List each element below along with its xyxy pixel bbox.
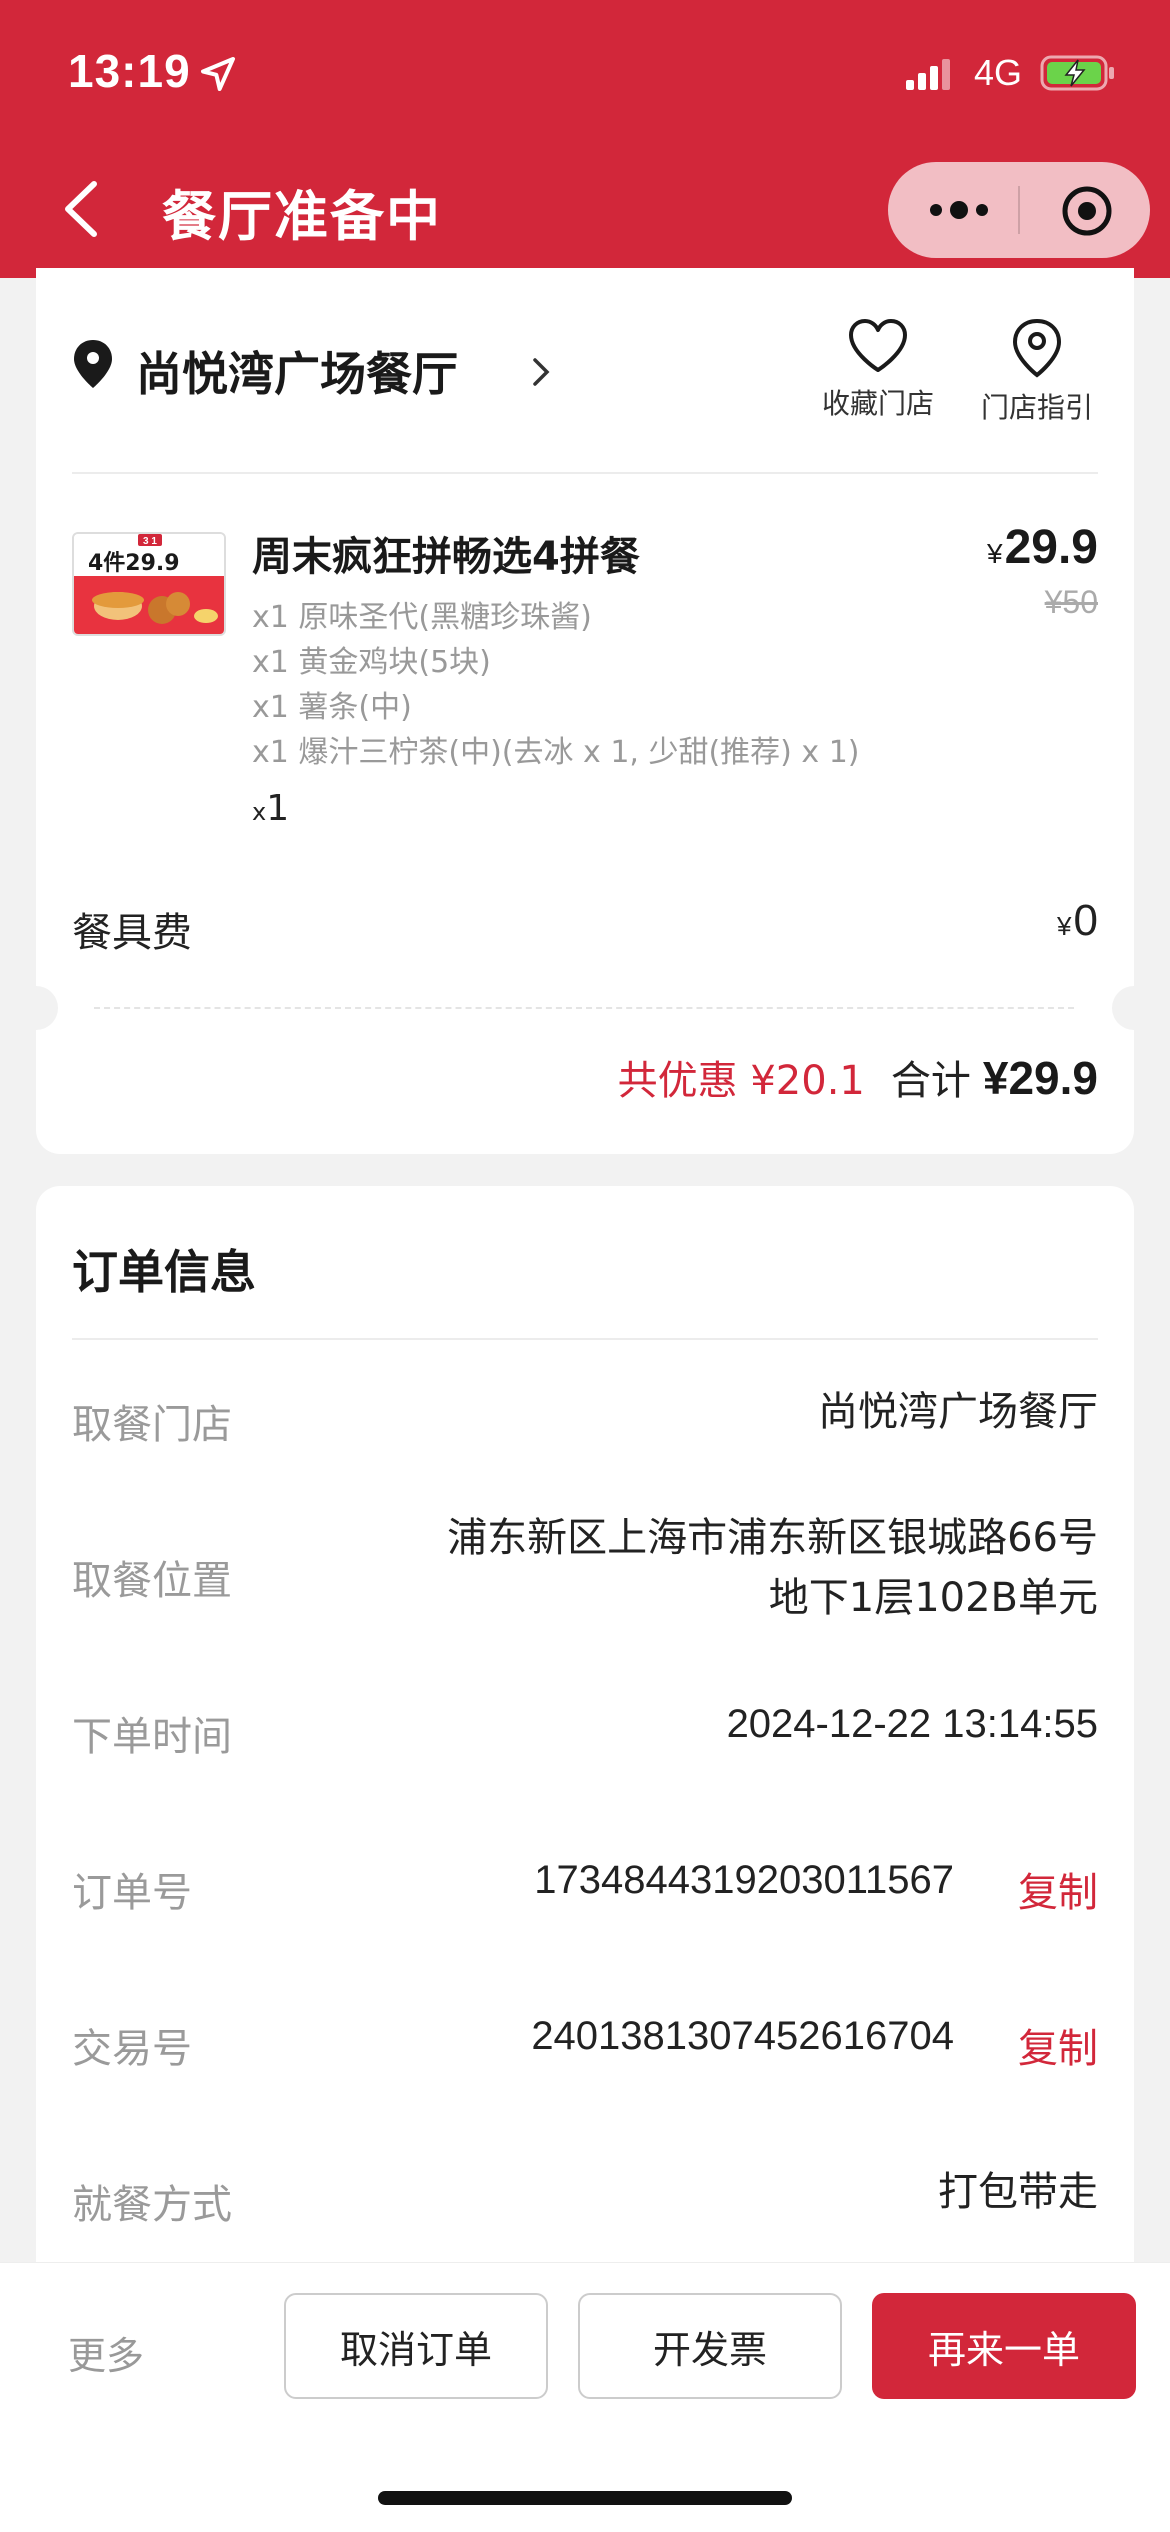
home-indicator bbox=[378, 2491, 792, 2505]
total-value: ¥29.9 bbox=[982, 1052, 1098, 1104]
order-time-label: 下单时间 bbox=[72, 1714, 232, 1760]
item-quantity: x1 bbox=[252, 788, 289, 829]
store-guide-button[interactable]: 门店指引 bbox=[972, 318, 1102, 426]
dining-method-value: 打包带走 bbox=[938, 2169, 1098, 2215]
order-number-value: 1734844319203011567 bbox=[534, 1858, 954, 1902]
page-title: 餐厅准备中 bbox=[162, 185, 442, 248]
copy-order-number-button[interactable]: 复制 bbox=[1018, 1860, 1098, 1918]
fee-amount: 0 bbox=[1073, 896, 1098, 945]
miniprogram-capsule bbox=[888, 162, 1150, 258]
divider bbox=[72, 1338, 1098, 1340]
discount-total: 共优惠 ¥20.1 bbox=[617, 1058, 865, 1104]
pickup-location-label: 取餐位置 bbox=[72, 1558, 232, 1604]
combo-meal-image: 3 1 4件29.9 bbox=[74, 534, 224, 634]
qty-prefix: x bbox=[252, 798, 267, 826]
nav-header: 餐厅准备中 bbox=[0, 150, 1170, 278]
pickup-location-value: 浦东新区上海市浦东新区银城路66号 地下1层102B单元 bbox=[447, 1508, 1098, 1628]
pickup-location-line1: 浦东新区上海市浦东新区银城路66号 bbox=[447, 1515, 1098, 1561]
qty-value: 1 bbox=[266, 788, 290, 829]
divider bbox=[72, 472, 1098, 474]
status-bar: 13:19 4G bbox=[0, 0, 1170, 150]
tableware-fee-label: 餐具费 bbox=[72, 910, 192, 956]
price-symbol: ¥ bbox=[987, 538, 1003, 569]
reorder-button[interactable]: 再来一单 bbox=[872, 2293, 1136, 2399]
more-dots-icon[interactable] bbox=[924, 192, 994, 228]
price-value: 29.9 bbox=[1004, 521, 1098, 574]
store-name[interactable]: 尚悦湾广场餐厅 bbox=[136, 338, 458, 404]
combo-item: x1 薯条(中) bbox=[252, 690, 412, 725]
pickup-location-line2: 地下1层102B单元 bbox=[768, 1575, 1098, 1621]
tableware-fee-value: ¥0 bbox=[1057, 896, 1098, 946]
copy-trade-number-button[interactable]: 复制 bbox=[1018, 2016, 1098, 2074]
network-type: 4G bbox=[974, 52, 1023, 93]
order-number-label: 订单号 bbox=[72, 1870, 192, 1916]
cancel-order-button[interactable]: 取消订单 bbox=[284, 2293, 548, 2399]
order-info-card: 订单信息 取餐门店 尚悦湾广场餐厅 取餐位置 浦东新区上海市浦东新区银城路66号… bbox=[36, 1186, 1134, 2336]
combo-item: x1 爆汁三柠茶(中)(去冰 x 1, 少甜(推荐) x 1) bbox=[252, 735, 860, 770]
invoice-button[interactable]: 开发票 bbox=[578, 2293, 842, 2399]
favorite-store-button[interactable]: 收藏门店 bbox=[818, 318, 938, 422]
pickup-store-value: 尚悦湾广场餐厅 bbox=[818, 1389, 1098, 1435]
dining-method-label: 就餐方式 bbox=[72, 2182, 232, 2228]
location-pin-icon bbox=[74, 340, 112, 388]
product-price: ¥29.9 bbox=[987, 520, 1098, 575]
thumb-promo-text: 4件29.9 bbox=[88, 551, 180, 576]
ticket-notch-right bbox=[1112, 986, 1156, 1030]
trade-number-value: 2401381307452616704 bbox=[531, 2014, 954, 2058]
trade-number-label: 交易号 bbox=[72, 2026, 192, 2072]
signal-icon bbox=[906, 59, 950, 90]
order-info-title: 订单信息 bbox=[72, 1245, 256, 1299]
location-arrow-icon bbox=[201, 57, 235, 91]
order-totals: 共优惠 ¥20.1 合计 ¥29.9 bbox=[618, 1048, 1098, 1106]
combo-item: x1 黄金鸡块(5块) bbox=[252, 645, 491, 680]
map-pin-icon bbox=[1012, 318, 1062, 378]
heart-icon bbox=[849, 319, 907, 372]
back-arrow-icon[interactable] bbox=[56, 178, 106, 240]
pickup-store-label: 取餐门店 bbox=[72, 1402, 232, 1448]
store-row[interactable]: 尚悦湾广场餐厅 bbox=[72, 338, 1102, 418]
total-label: 合计 bbox=[890, 1058, 971, 1104]
order-summary-card: 尚悦湾广场餐厅 收藏门店 门店指引 3 1 4件29.9 周末疯狂拼畅选4拼餐 … bbox=[14, 268, 1156, 1154]
bottom-action-bar: 更多 取消订单 开发票 再来一单 bbox=[0, 2262, 1170, 2532]
favorite-store-label: 收藏门店 bbox=[821, 387, 934, 420]
capsule-divider bbox=[1018, 186, 1020, 234]
original-price: ¥50 bbox=[1044, 584, 1098, 620]
status-time: 13:19 bbox=[68, 45, 191, 97]
combo-item: x1 原味圣代(黑糖珍珠酱) bbox=[252, 600, 592, 635]
ticket-notch-left bbox=[14, 986, 58, 1030]
more-button[interactable]: 更多 bbox=[68, 2325, 144, 2380]
top-bar: 13:19 4G 餐厅准备中 bbox=[0, 0, 1170, 278]
product-name: 周末疯狂拼畅选4拼餐 bbox=[252, 534, 640, 580]
chevron-right-icon bbox=[533, 358, 550, 386]
store-guide-label: 门店指引 bbox=[980, 391, 1093, 424]
battery-charging-icon bbox=[1040, 55, 1114, 91]
dashed-divider bbox=[94, 1007, 1074, 1009]
product-image: 3 1 4件29.9 bbox=[72, 532, 226, 636]
order-time-value: 2024-12-22 13:14:55 bbox=[726, 1702, 1098, 1746]
close-target-icon[interactable] bbox=[1060, 184, 1114, 238]
fee-symbol: ¥ bbox=[1057, 911, 1072, 941]
thumb-badge: 3 1 bbox=[143, 536, 157, 547]
